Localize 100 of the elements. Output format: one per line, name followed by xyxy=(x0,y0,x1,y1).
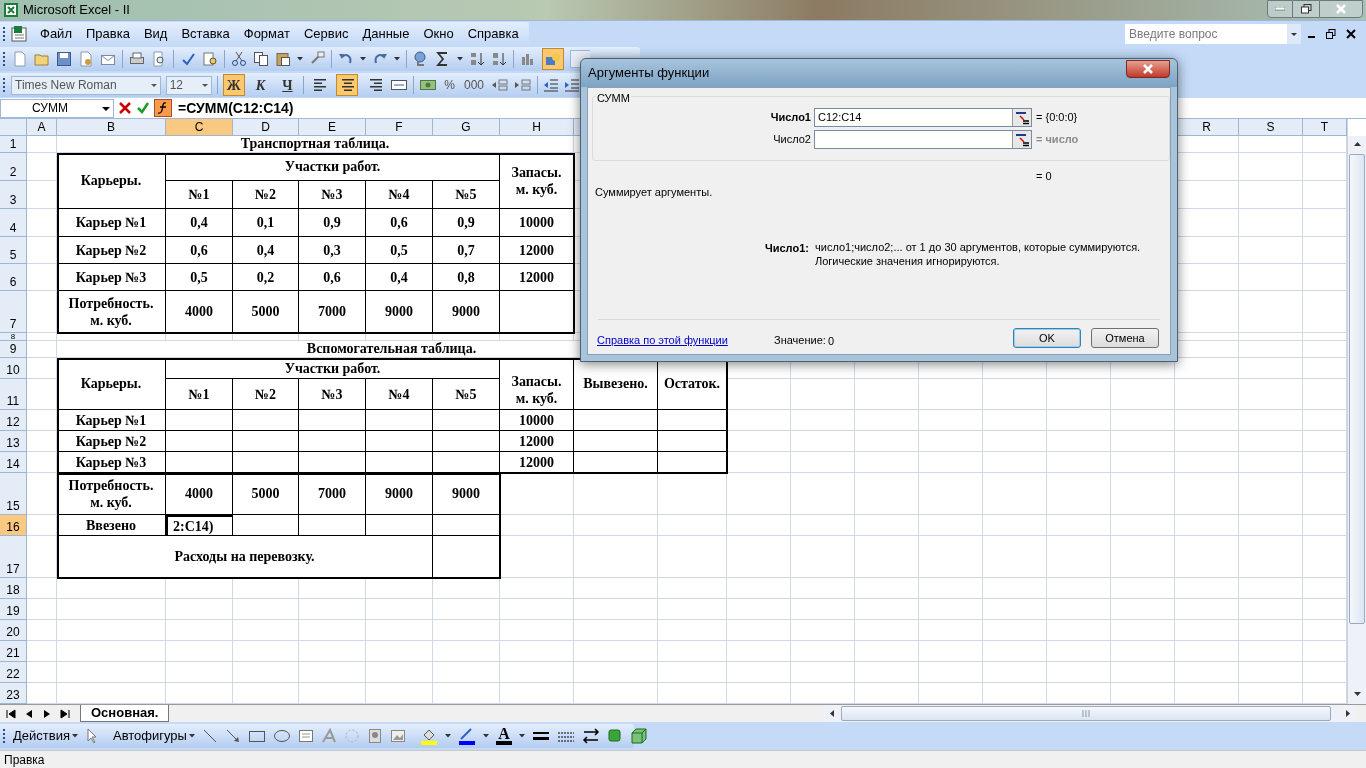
empty-cell[interactable] xyxy=(658,515,727,536)
empty-cell[interactable] xyxy=(1239,153,1303,181)
empty-cell[interactable] xyxy=(855,379,919,410)
empty-cell[interactable] xyxy=(1047,473,1111,515)
currency-icon[interactable] xyxy=(419,77,438,93)
empty-cell[interactable] xyxy=(1239,599,1303,620)
empty-cell[interactable] xyxy=(1047,641,1111,662)
empty-cell[interactable] xyxy=(233,333,299,341)
empty-cell[interactable] xyxy=(166,620,233,641)
column-header[interactable]: G xyxy=(433,119,500,136)
empty-cell[interactable] xyxy=(166,578,233,599)
collapse-dialog-icon[interactable] xyxy=(1012,109,1031,126)
toolbar-grip[interactable] xyxy=(2,728,6,744)
empty-cell[interactable] xyxy=(1239,333,1303,341)
empty-cell[interactable] xyxy=(1239,264,1303,291)
empty-cell[interactable] xyxy=(983,641,1047,662)
empty-cell[interactable] xyxy=(1239,341,1303,358)
empty-cell[interactable] xyxy=(658,578,727,599)
menu-item[interactable]: Справка xyxy=(461,23,525,44)
hyperlink-icon[interactable] xyxy=(413,51,429,67)
empty-cell[interactable] xyxy=(1111,578,1175,599)
empty-cell[interactable] xyxy=(1047,410,1111,431)
empty-cell[interactable] xyxy=(919,379,983,410)
empty-cell[interactable] xyxy=(166,333,233,341)
empty-cell[interactable] xyxy=(791,410,855,431)
empty-cell[interactable] xyxy=(919,473,983,515)
caret-icon[interactable] xyxy=(297,57,303,61)
number-format-button[interactable]: % xyxy=(442,74,457,96)
empty-cell[interactable] xyxy=(57,662,166,683)
empty-cell[interactable] xyxy=(574,515,658,536)
bold-button[interactable]: Ж xyxy=(222,74,245,96)
empty-cell[interactable] xyxy=(500,641,574,662)
column-header[interactable]: S xyxy=(1239,119,1303,136)
empty-cell[interactable] xyxy=(727,662,791,683)
empty-cell[interactable] xyxy=(299,578,366,599)
row-header[interactable]: 17 xyxy=(0,536,27,578)
empty-cell[interactable] xyxy=(855,662,919,683)
empty-cell[interactable] xyxy=(658,662,727,683)
empty-cell[interactable] xyxy=(1047,578,1111,599)
empty-cell[interactable] xyxy=(1239,291,1303,333)
merge-center-icon[interactable] xyxy=(390,77,409,93)
open-folder-icon[interactable] xyxy=(34,51,50,67)
empty-cell[interactable] xyxy=(1111,662,1175,683)
dialog-button[interactable]: OK xyxy=(1013,328,1081,348)
caret-icon[interactable] xyxy=(360,57,366,61)
empty-cell[interactable] xyxy=(919,641,983,662)
toolbar-grip[interactable] xyxy=(2,25,6,42)
increase-indent-icon[interactable] xyxy=(564,77,580,93)
3d-icon[interactable] xyxy=(629,727,648,745)
empty-cell[interactable] xyxy=(855,515,919,536)
empty-cell[interactable] xyxy=(366,662,433,683)
caret-icon[interactable] xyxy=(394,57,400,61)
empty-cell[interactable] xyxy=(1047,662,1111,683)
empty-cell[interactable] xyxy=(166,641,233,662)
menu-item[interactable]: Вид xyxy=(137,23,174,44)
help-field[interactable]: Введите вопрос xyxy=(1125,23,1287,44)
permission-icon[interactable] xyxy=(78,51,94,67)
column-header[interactable]: D xyxy=(233,119,299,136)
empty-cell[interactable] xyxy=(855,452,919,473)
empty-cell[interactable] xyxy=(1111,599,1175,620)
menu-item[interactable]: Вставка xyxy=(175,23,236,44)
dialog-button[interactable]: Отмена xyxy=(1091,328,1159,348)
line-color-icon[interactable] xyxy=(457,727,476,745)
menu-item[interactable]: Правка xyxy=(79,23,136,44)
empty-cell[interactable] xyxy=(1175,620,1239,641)
enter-check-icon[interactable] xyxy=(136,101,150,115)
empty-cell[interactable] xyxy=(1175,410,1239,431)
drawing-button[interactable] xyxy=(542,48,564,70)
empty-cell[interactable] xyxy=(299,599,366,620)
row-header[interactable]: 3 xyxy=(0,181,27,209)
empty-cell[interactable] xyxy=(658,536,727,578)
empty-cell[interactable] xyxy=(1239,237,1303,264)
empty-cell[interactable] xyxy=(1111,641,1175,662)
row-header[interactable]: 7 xyxy=(0,291,27,333)
empty-cell[interactable] xyxy=(1047,452,1111,473)
empty-cell[interactable] xyxy=(500,620,574,641)
empty-cell[interactable] xyxy=(855,410,919,431)
empty-cell[interactable] xyxy=(366,578,433,599)
empty-cell[interactable] xyxy=(983,599,1047,620)
empty-cell[interactable] xyxy=(433,333,500,341)
empty-cell[interactable] xyxy=(983,515,1047,536)
row-header[interactable]: 2 xyxy=(0,153,27,181)
collapse-dialog-icon[interactable] xyxy=(1012,131,1031,148)
empty-cell[interactable] xyxy=(855,620,919,641)
toolbar-grip[interactable] xyxy=(2,77,6,93)
row-header[interactable]: 6 xyxy=(0,264,27,291)
empty-cell[interactable] xyxy=(983,379,1047,410)
actions-menu-button[interactable]: Действия xyxy=(13,726,78,746)
print-preview-icon[interactable] xyxy=(151,51,167,67)
empty-cell[interactable] xyxy=(299,662,366,683)
empty-cell[interactable] xyxy=(791,431,855,452)
empty-cell[interactable] xyxy=(500,599,574,620)
empty-cell[interactable] xyxy=(791,452,855,473)
empty-cell[interactable] xyxy=(233,578,299,599)
empty-cell[interactable] xyxy=(233,641,299,662)
empty-cell[interactable] xyxy=(983,473,1047,515)
empty-cell[interactable] xyxy=(500,333,574,341)
empty-cell[interactable] xyxy=(299,333,366,341)
close-button[interactable] xyxy=(1126,60,1170,78)
empty-cell[interactable] xyxy=(1239,473,1303,515)
